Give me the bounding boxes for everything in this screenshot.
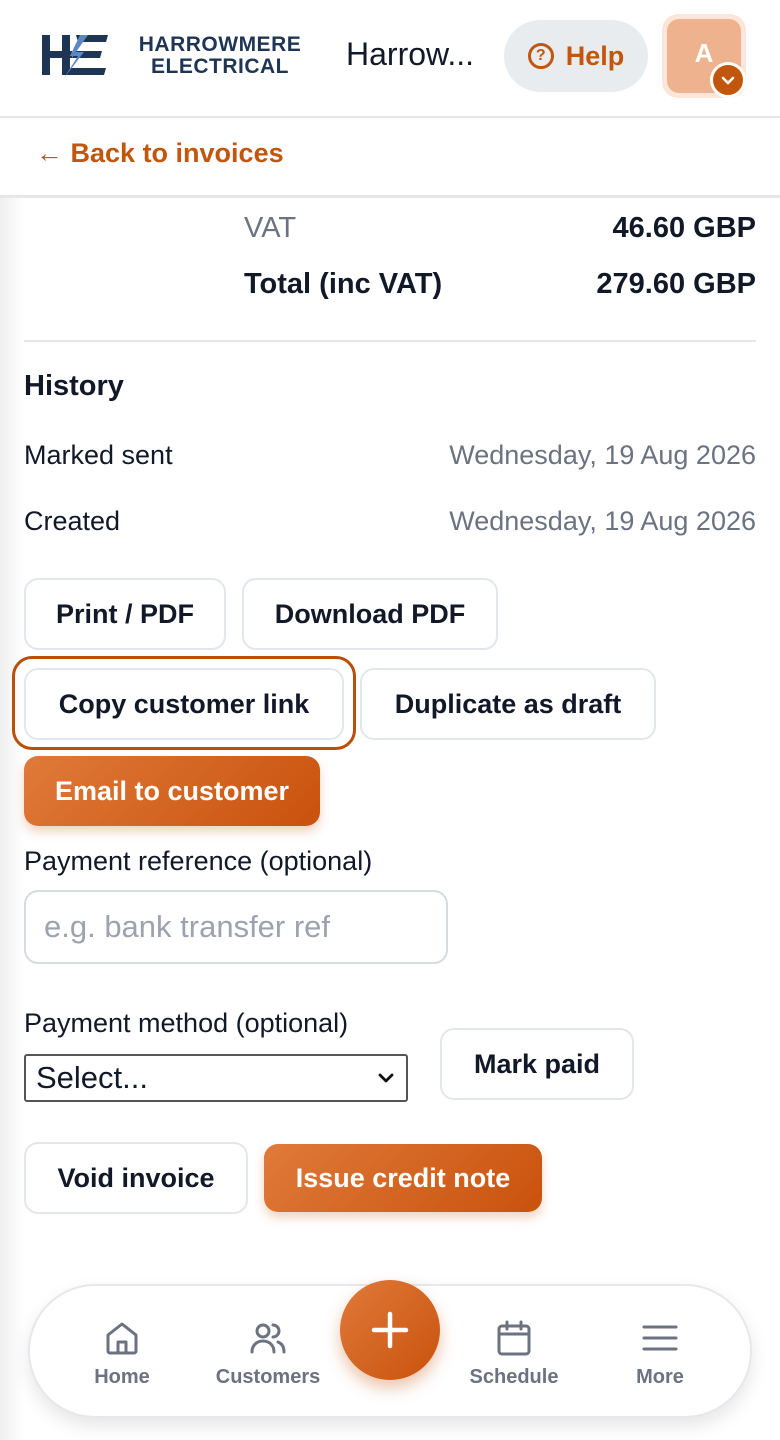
- vat-label: VAT: [244, 212, 297, 244]
- history-entry-label: Marked sent: [24, 440, 173, 470]
- app-title: Harrow...: [346, 36, 475, 72]
- brand-name: HARROWMERE ELECTRICAL: [120, 34, 320, 78]
- history-title: History: [24, 370, 124, 402]
- back-bar: ← Back to invoices: [0, 118, 780, 198]
- print-pdf-button[interactable]: Print / PDF: [24, 578, 226, 650]
- history-entry-label: Created: [24, 506, 121, 536]
- brand-line-2: ELECTRICAL: [151, 55, 289, 78]
- total-value: 279.60 GBP: [596, 268, 756, 300]
- top-bar: HARROWMERE ELECTRICAL Harrow... ? Help A: [0, 0, 780, 118]
- nav-item-home[interactable]: Home: [52, 1286, 192, 1420]
- brand-line-1: HARROWMERE: [138, 33, 302, 56]
- issue-credit-note-button[interactable]: Issue credit note: [264, 1144, 542, 1212]
- brand-logo[interactable]: HARROWMERE ELECTRICAL: [40, 32, 310, 80]
- mark-paid-button[interactable]: Mark paid: [440, 1028, 634, 1100]
- nav-label-schedule: Schedule: [469, 1365, 559, 1388]
- email-to-customer-button[interactable]: Email to customer: [24, 756, 320, 826]
- logo-mark-icon: [42, 35, 108, 78]
- plus-icon: [371, 1311, 409, 1349]
- nav-label-more: More: [636, 1365, 684, 1388]
- account-menu[interactable]: A: [662, 14, 746, 98]
- total-label: Total (inc VAT): [244, 268, 443, 300]
- menu-icon: [642, 1325, 678, 1350]
- duplicate-as-draft-button[interactable]: Duplicate as draft: [360, 668, 656, 740]
- back-label: Back to invoices: [70, 138, 284, 168]
- question-circle-icon: ?: [527, 43, 554, 69]
- void-invoice-button[interactable]: Void invoice: [24, 1142, 248, 1214]
- chevron-down-icon: [378, 1073, 394, 1083]
- back-to-invoices-link[interactable]: ← Back to invoices: [36, 138, 284, 169]
- chevron-down-icon: [710, 62, 746, 98]
- download-pdf-button[interactable]: Download PDF: [242, 578, 498, 650]
- vat-value: 46.60 GBP: [612, 212, 756, 244]
- arrow-left-icon: ←: [36, 138, 63, 168]
- payment-reference-input[interactable]: [24, 890, 448, 964]
- add-new-button[interactable]: [340, 1280, 440, 1380]
- nav-item-customers[interactable]: Customers: [198, 1286, 338, 1420]
- payment-method-selected: Select...: [36, 1060, 148, 1095]
- copy-customer-link-button[interactable]: Copy customer link: [24, 668, 344, 740]
- nav-item-schedule[interactable]: Schedule: [444, 1286, 584, 1420]
- payment-reference-label: Payment reference (optional): [24, 846, 373, 876]
- history-entry-date: Wednesday, 19 Aug 2026: [449, 506, 756, 536]
- help-label: Help: [565, 40, 625, 71]
- users-icon: [250, 1323, 286, 1353]
- history-entry-date: Wednesday, 19 Aug 2026: [449, 440, 756, 470]
- nav-label-home: Home: [94, 1365, 150, 1388]
- calendar-icon: [497, 1320, 531, 1355]
- nav-label-customers: Customers: [215, 1365, 321, 1388]
- help-button[interactable]: ? Help: [504, 20, 648, 92]
- section-divider: [24, 340, 756, 342]
- home-icon: [106, 1322, 138, 1354]
- payment-method-select[interactable]: Select...: [24, 1054, 408, 1102]
- nav-item-more[interactable]: More: [590, 1286, 730, 1420]
- payment-method-label: Payment method (optional): [24, 1008, 349, 1038]
